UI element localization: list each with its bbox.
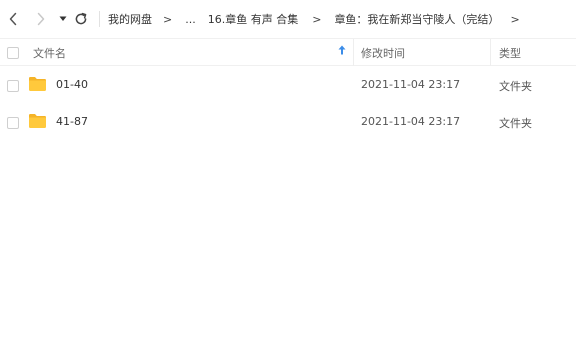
column-header-modified[interactable]: 修改时间 [361,45,405,61]
breadcrumb-item-current[interactable]: 章鱼：我在新郑当守陵人（完结） [334,11,499,27]
sort-arrow-up-icon[interactable] [338,45,346,58]
file-modified-time: 2021-11-04 23:17 [361,115,461,128]
table-row[interactable]: 01-40 2021-11-04 23:17 文件夹 [0,67,576,103]
column-divider[interactable] [353,39,354,66]
toolbar-divider [99,11,100,27]
breadcrumb-item-root[interactable]: 我的网盘 [108,11,152,27]
file-name[interactable]: 41-87 [56,115,88,128]
file-name[interactable]: 01-40 [56,78,88,91]
chevron-right-icon [37,12,45,26]
refresh-icon [75,12,87,25]
select-all-checkbox[interactable] [7,47,19,59]
folder-icon [29,77,46,91]
caret-down-icon [59,16,67,21]
table-header: 文件名 修改时间 类型 [0,38,576,66]
chevron-left-icon [9,12,17,26]
column-header-type[interactable]: 类型 [499,45,521,61]
breadcrumb-separator: > [163,12,173,26]
row-checkbox[interactable] [7,80,19,92]
refresh-button[interactable] [72,7,90,31]
column-divider[interactable] [490,39,491,66]
file-modified-time: 2021-11-04 23:17 [361,78,461,91]
file-type: 文件夹 [499,117,532,130]
back-button[interactable] [4,7,22,31]
history-dropdown-button[interactable] [56,7,70,31]
folder-icon [29,114,46,128]
table-row[interactable]: 41-87 2021-11-04 23:17 文件夹 [0,104,576,140]
column-header-name[interactable]: 文件名 [33,45,66,61]
breadcrumb-separator: > [510,12,520,26]
breadcrumb-ellipsis[interactable]: ... [185,13,196,26]
row-checkbox[interactable] [7,117,19,129]
breadcrumb-separator: > [312,12,322,26]
breadcrumb-item-collection[interactable]: 16.章鱼 有声 合集 [208,11,299,27]
navigation-toolbar: 我的网盘 > ... 16.章鱼 有声 合集 > 章鱼：我在新郑当守陵人（完结）… [0,0,576,38]
forward-button[interactable] [32,7,50,31]
breadcrumb: 我的网盘 > ... 16.章鱼 有声 合集 > 章鱼：我在新郑当守陵人（完结）… [108,0,520,38]
file-type: 文件夹 [499,80,532,93]
